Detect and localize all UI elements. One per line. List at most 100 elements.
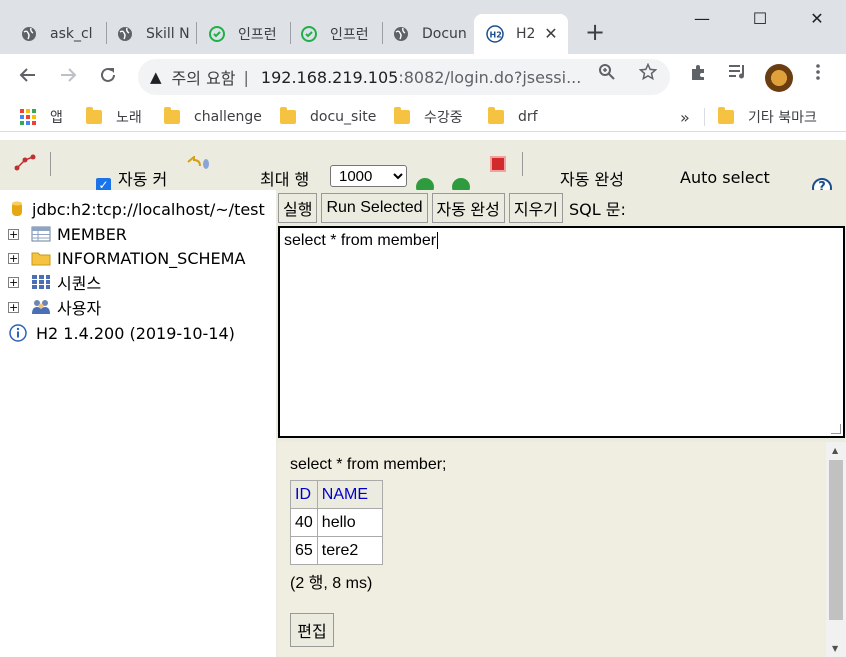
- inflearn-icon: [208, 25, 226, 43]
- extensions-puzzle-icon[interactable]: [690, 63, 708, 86]
- auto-commit-checkbox[interactable]: ✓: [96, 178, 111, 190]
- column-header[interactable]: NAME: [316, 480, 384, 509]
- tab-title: 인프런: [330, 27, 369, 43]
- globe-icon: [392, 25, 410, 43]
- forward-button[interactable]: [54, 63, 82, 91]
- browser-tab-active[interactable]: H2 H2 ✕: [474, 14, 568, 54]
- scroll-down-icon[interactable]: ▼: [832, 644, 838, 653]
- reload-button[interactable]: [94, 63, 122, 91]
- bookmark-folder[interactable]: 노래: [86, 106, 142, 128]
- url-path: :8082/login.do?jsessi...: [398, 67, 582, 87]
- close-window-button[interactable]: ✕: [797, 6, 837, 36]
- media-playlist-icon[interactable]: [728, 63, 748, 86]
- tree-item-member[interactable]: + MEMBER: [8, 223, 127, 245]
- tree-label: INFORMATION_SCHEMA: [57, 248, 246, 268]
- folder-icon: [164, 107, 180, 124]
- tab-title: H2: [516, 26, 536, 42]
- scrollbar-thumb[interactable]: [829, 460, 843, 620]
- expand-icon[interactable]: +: [8, 301, 19, 313]
- back-button[interactable]: [14, 63, 42, 91]
- folder-icon: [718, 107, 734, 124]
- sql-statement-label: SQL 문:: [569, 200, 626, 219]
- scroll-up-icon[interactable]: ▲: [832, 446, 838, 455]
- new-tab-button[interactable]: +: [582, 20, 608, 46]
- browser-tab-1[interactable]: ask_cl: [8, 14, 108, 54]
- result-summary: (2 행, 8 ms): [290, 575, 373, 592]
- back-arrow-icon: [19, 68, 35, 82]
- warning-icon[interactable]: ▲: [150, 68, 162, 86]
- tree-item-information-schema[interactable]: + INFORMATION_SCHEMA: [8, 247, 245, 269]
- address-bar[interactable]: ▲ 주의 요함 | 192.168.219.105:8082/login.do?…: [138, 59, 670, 95]
- bookmarks-overflow-button[interactable]: »: [680, 106, 690, 128]
- url-host: 192.168.219.105: [260, 67, 399, 87]
- rollback-icon[interactable]: [186, 154, 210, 178]
- column-header[interactable]: ID: [290, 480, 318, 509]
- tree-item-sequences[interactable]: + 시퀀스: [8, 271, 101, 293]
- browser-tab-2[interactable]: Skill N: [104, 14, 196, 54]
- max-rows-select[interactable]: 1000: [330, 165, 407, 187]
- svg-text:H2: H2: [490, 31, 502, 40]
- globe-icon: [116, 25, 134, 43]
- security-status[interactable]: 주의 요함: [172, 65, 236, 89]
- maximize-button[interactable]: ☐: [740, 6, 780, 36]
- run-selected-icon[interactable]: [452, 178, 470, 190]
- tab-title: Skill N: [146, 26, 190, 42]
- expand-icon[interactable]: +: [8, 252, 19, 264]
- bookmark-folder[interactable]: challenge: [164, 106, 262, 128]
- zoom-search-icon[interactable]: [598, 63, 616, 86]
- result-panel: select * from member; ID NAME 40 hello 6…: [278, 442, 826, 657]
- tree-item-users[interactable]: + 사용자: [8, 296, 101, 318]
- bookmark-star-icon[interactable]: [638, 62, 658, 86]
- folder-icon: [280, 107, 296, 124]
- tree-connection[interactable]: jdbc:h2:tcp://localhost/~/test: [10, 198, 265, 220]
- sequence-icon: [31, 273, 51, 291]
- table-cell: tere2: [316, 536, 384, 565]
- toolbar-separator: [522, 152, 523, 176]
- table-row: 65 tere2: [290, 536, 384, 565]
- tree-label: H2 1.4.200 (2019-10-14): [36, 323, 235, 343]
- bookmark-label: 기타 북마크: [748, 110, 817, 126]
- resize-handle[interactable]: [831, 424, 841, 434]
- forward-arrow-icon: [61, 68, 77, 82]
- clear-button[interactable]: 지우기: [508, 193, 564, 223]
- table-cell: 65: [290, 536, 318, 565]
- run-button[interactable]: 실행: [278, 193, 318, 223]
- bookmark-apps[interactable]: 앱: [20, 106, 63, 128]
- bookmark-label: 수강중: [424, 110, 463, 126]
- auto-commit-label: 자동 커: [118, 170, 168, 189]
- result-scrollbar[interactable]: ▲ ▼: [826, 442, 846, 657]
- sql-text: select * from member: [284, 232, 437, 249]
- tab-title: ask_cl: [50, 26, 93, 42]
- tab-title: Docun: [422, 26, 467, 42]
- tree-version-info: H2 1.4.200 (2019-10-14): [8, 322, 235, 344]
- folder-icon: [394, 107, 410, 124]
- bookmark-folder[interactable]: drf: [488, 106, 538, 128]
- profile-avatar[interactable]: [765, 64, 793, 92]
- close-tab-icon[interactable]: ✕: [542, 25, 560, 43]
- table-cell: 40: [290, 508, 318, 537]
- table-header-row: ID NAME: [290, 480, 384, 509]
- expand-icon[interactable]: +: [8, 276, 19, 288]
- sql-editor[interactable]: select * from member: [278, 226, 845, 438]
- bookmarks-bar: 앱 노래 challenge docu_site 수강중 drf » 기타 북마…: [0, 100, 846, 132]
- bookmark-label: docu_site: [310, 109, 377, 125]
- browser-tab-5[interactable]: Docun: [380, 14, 472, 54]
- more-menu-icon[interactable]: [812, 63, 824, 86]
- edit-button[interactable]: 편집: [290, 613, 334, 647]
- other-bookmarks[interactable]: 기타 북마크: [718, 106, 817, 128]
- apps-grid-icon: [20, 109, 36, 125]
- expand-icon[interactable]: +: [8, 228, 19, 240]
- help-icon[interactable]: ?: [812, 178, 832, 190]
- auto-complete-button[interactable]: 자동 완성: [431, 193, 505, 223]
- browser-tab-3[interactable]: 인프런: [196, 14, 288, 54]
- run-icon[interactable]: [416, 178, 434, 190]
- disconnect-icon[interactable]: [14, 154, 36, 176]
- browser-tab-4[interactable]: 인프런: [288, 14, 380, 54]
- bookmark-folder[interactable]: docu_site: [280, 106, 376, 128]
- h2-icon: H2: [486, 25, 504, 43]
- minimize-button[interactable]: —: [682, 6, 722, 36]
- run-selected-button[interactable]: Run Selected: [321, 193, 428, 223]
- bookmark-folder[interactable]: 수강중: [394, 106, 463, 128]
- stop-icon[interactable]: [490, 156, 506, 172]
- tab-strip: ask_cl Skill N 인프런 인프런 Docun H2 H2 ✕ + —…: [0, 0, 846, 54]
